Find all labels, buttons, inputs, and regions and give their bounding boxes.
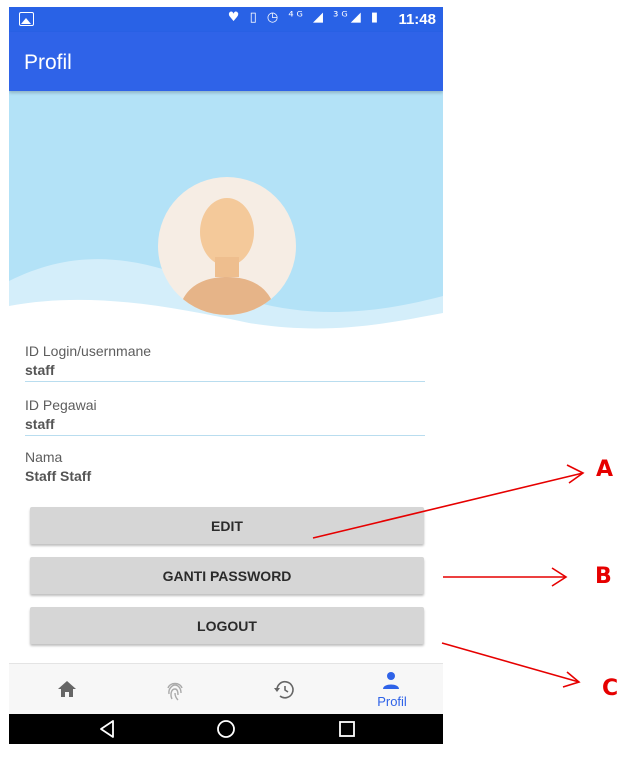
app-bar: Profil [9, 32, 443, 91]
annotation-label-a: A [596, 457, 614, 482]
page-title: Profil [24, 51, 72, 74]
annotation-label-b: B [595, 564, 612, 589]
annotation-label-c: C [602, 676, 619, 701]
annotation-arrows [312, 464, 585, 688]
